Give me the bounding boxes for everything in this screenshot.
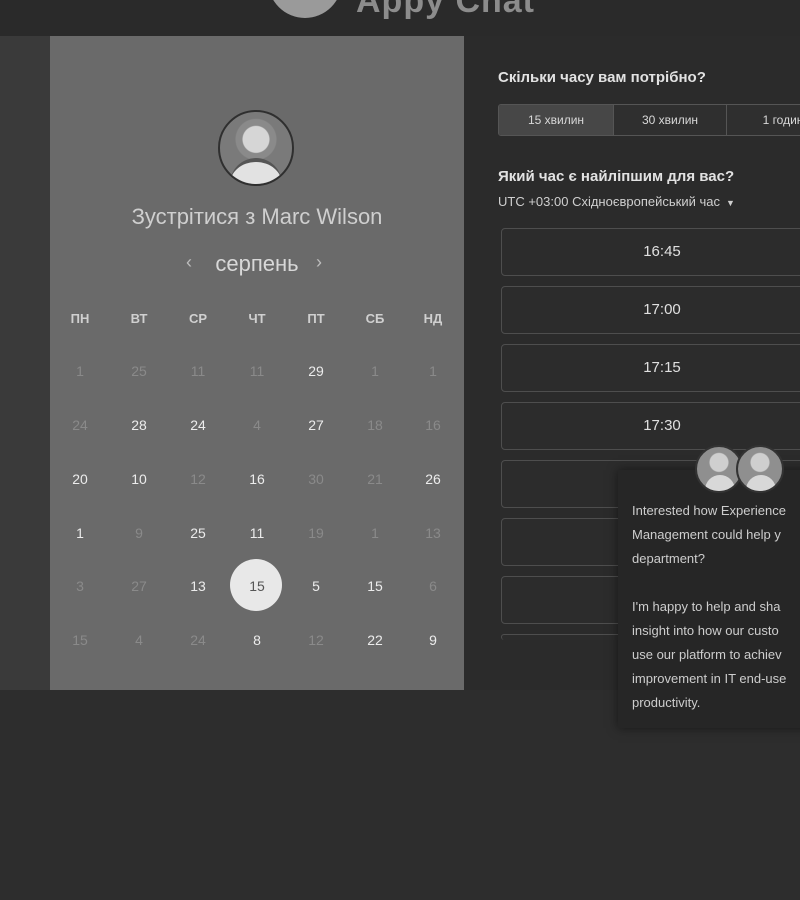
- time-slot-label: 17:15: [643, 359, 681, 376]
- duration-option-60[interactable]: 1 годин: [727, 105, 800, 135]
- calendar-day[interactable]: 20: [60, 471, 100, 487]
- weekday-header: ПН: [70, 311, 90, 326]
- time-slot-label: 17:30: [643, 417, 681, 434]
- calendar-day: 4: [135, 632, 143, 648]
- calendar-day: 12: [308, 632, 324, 648]
- calendar-day: 25: [131, 363, 147, 379]
- duration-question: Скільки часу вам потрібно?: [498, 69, 706, 86]
- calendar-day[interactable]: 10: [119, 471, 159, 487]
- timezone-label: UTC +03:00 Східноєвропейський час: [498, 194, 720, 209]
- calendar-day: 3: [76, 578, 84, 594]
- calendar-day[interactable]: 25: [178, 525, 218, 541]
- time-slot[interactable]: 17:00: [501, 286, 800, 334]
- chevron-right-icon[interactable]: ›: [316, 252, 322, 273]
- host-heading: Зустрітися з Marc Wilson: [131, 204, 383, 229]
- calendar-day[interactable]: 26: [413, 471, 453, 487]
- calendar-day[interactable]: 24: [178, 417, 218, 433]
- weekday-header: ПТ: [307, 311, 325, 326]
- weekday-header: СР: [188, 311, 208, 326]
- weekday-header: СБ: [365, 311, 385, 326]
- calendar-day: 1: [371, 363, 379, 379]
- calendar-day[interactable]: 8: [237, 632, 277, 648]
- calendar-day: 27: [131, 578, 147, 594]
- caret-down-icon: ▼: [725, 197, 735, 208]
- logo-text: Appy Chat: [356, 0, 535, 20]
- calendar-day: 30: [308, 471, 324, 487]
- timezone-select[interactable]: UTC +03:00 Східноєвропейський час ▼: [498, 194, 735, 209]
- avatar-icon: [736, 445, 784, 493]
- chevron-left-icon[interactable]: ‹: [186, 252, 192, 273]
- calendar-day: 1: [76, 363, 84, 379]
- calendar-day: 1: [371, 525, 379, 541]
- month-label: серпень: [215, 251, 299, 276]
- host-avatar: [218, 110, 294, 186]
- calendar-day: 18: [367, 417, 383, 433]
- calendar-day[interactable]: 27: [296, 417, 336, 433]
- calendar-day: 9: [135, 525, 143, 541]
- calendar-day: 4: [253, 417, 261, 433]
- calendar-day[interactable]: 5: [296, 578, 336, 594]
- weekday-header: НД: [423, 311, 443, 326]
- calendar-day[interactable]: 16: [237, 471, 277, 487]
- calendar-day[interactable]: 9: [413, 632, 453, 648]
- time-slot-label: 17:00: [643, 301, 681, 318]
- calendar-day: 21: [367, 471, 383, 487]
- calendar-day: 12: [190, 471, 206, 487]
- calendar-day[interactable]: 29: [296, 363, 336, 379]
- weekday-header: ВТ: [130, 311, 148, 326]
- time-slot[interactable]: 17:15: [501, 344, 800, 392]
- calendar-day[interactable]: 15: [355, 578, 395, 594]
- calendar-day[interactable]: 11: [237, 525, 277, 541]
- time-slot-label: 16:45: [643, 243, 681, 260]
- calendar-day: 11: [190, 363, 206, 379]
- calendar-day[interactable]: 22: [355, 632, 395, 648]
- calendar-day: 6: [429, 578, 437, 594]
- weekday-header: ЧТ: [248, 311, 266, 326]
- time-slot[interactable]: 16:45: [501, 228, 800, 276]
- calendar-day: 24: [190, 632, 206, 648]
- calendar-day: 11: [249, 363, 265, 379]
- duration-option-15[interactable]: 15 хвилин: [499, 105, 614, 135]
- left-gutter: [0, 36, 50, 690]
- duration-selector: 15 хвилин 30 хвилин 1 годин: [498, 104, 800, 136]
- calendar-day-selected[interactable]: 15: [237, 578, 277, 594]
- time-slot[interactable]: 17:30: [501, 402, 800, 450]
- calendar-day[interactable]: 13: [178, 578, 218, 594]
- chat-message: Interested how Experience Management cou…: [632, 503, 787, 710]
- calendar-day: 1: [429, 363, 437, 379]
- calendar-day[interactable]: 28: [119, 417, 159, 433]
- calendar-day: 16: [425, 417, 441, 433]
- calendar-day[interactable]: 1: [60, 525, 100, 541]
- duration-option-30[interactable]: 30 хвилин: [614, 105, 727, 135]
- calendar-day: 19: [308, 525, 324, 541]
- logo-bubble-icon: [268, 0, 342, 18]
- best-time-question: Який час є найліпшим для вас?: [498, 168, 735, 185]
- calendar-day: 13: [425, 525, 441, 541]
- top-header: Appy Chat: [0, 0, 800, 36]
- calendar-day: 15: [72, 632, 88, 648]
- calendar-day: 24: [72, 417, 88, 433]
